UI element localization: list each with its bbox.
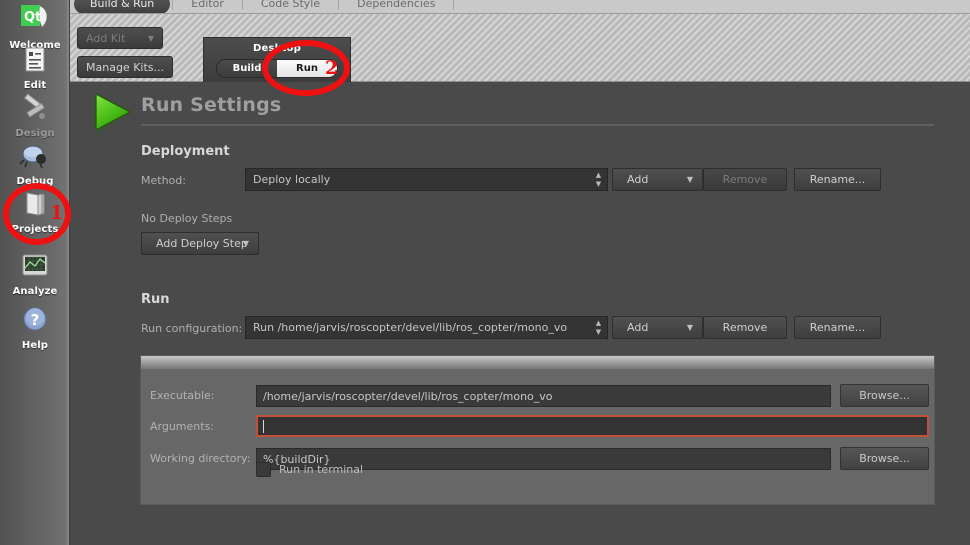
run-remove-button[interactable]: Remove [703, 316, 787, 339]
add-deploy-step-label: Add Deploy Step [156, 237, 248, 250]
deployment-remove-button[interactable]: Remove [703, 168, 787, 191]
tab-separator [338, 0, 339, 10]
working-directory-label: Working directory: [150, 452, 250, 465]
run-heading: Run [141, 292, 170, 307]
run-configuration-details: Executable: /home/jarvis/roscopter/devel… [140, 355, 935, 505]
text-cursor [263, 420, 264, 433]
kit-toggle-build[interactable]: Build [217, 60, 277, 77]
tab-editor[interactable]: Editor [175, 0, 240, 14]
chevron-down-icon: ▼ [243, 239, 249, 248]
executable-value: /home/jarvis/roscopter/devel/lib/ros_cop… [263, 390, 553, 403]
working-directory-browse-button[interactable]: Browse... [840, 447, 929, 470]
deployment-remove-label: Remove [723, 173, 768, 186]
run-settings-panel: Run Settings Deployment Method: Deploy l… [70, 82, 970, 545]
arguments-field[interactable] [256, 415, 929, 437]
spinner-arrows-icon[interactable]: ▲▼ [593, 171, 604, 188]
tab-separator [453, 0, 454, 10]
design-brush-icon [18, 92, 52, 126]
spinner-arrows-icon[interactable]: ▲▼ [593, 319, 604, 336]
svg-text:Qt: Qt [24, 10, 41, 25]
tab-build-and-run[interactable]: Build & Run [74, 0, 170, 14]
run-configuration-combo[interactable]: Run /home/jarvis/roscopter/devel/lib/ros… [245, 316, 608, 339]
deployment-add-label: Add [627, 173, 648, 186]
tab-separator [242, 0, 243, 10]
run-in-terminal-label[interactable]: Run in terminal [279, 463, 363, 476]
svg-text:?: ? [31, 311, 40, 329]
executable-browse-button[interactable]: Browse... [840, 384, 929, 407]
deployment-rename-button[interactable]: Rename... [794, 168, 881, 191]
document-edit-icon [18, 44, 52, 78]
run-in-terminal-text: Run in terminal [279, 463, 363, 476]
run-configuration-label: Run configuration: [141, 322, 242, 335]
kit-toggle-run[interactable]: Run [277, 60, 337, 77]
browse-label: Browse... [859, 389, 910, 402]
run-add-label: Add [627, 321, 648, 334]
mode-sidebar: Qt Welcome Edit [0, 0, 70, 545]
add-deploy-step-button[interactable]: Add Deploy Step ▼ [141, 232, 259, 255]
manage-kits-label: Manage Kits... [86, 61, 164, 74]
sidebar-item-projects[interactable]: Projects [0, 184, 70, 247]
manage-kits-button[interactable]: Manage Kits... [77, 56, 173, 78]
projects-folder-icon [18, 188, 52, 222]
kit-name-label: Desktop [253, 43, 301, 54]
title-divider [141, 124, 934, 126]
sidebar-item-label: Help [22, 340, 48, 351]
help-question-icon: ? [18, 304, 52, 338]
run-rename-label: Rename... [810, 321, 866, 334]
sidebar-item-help[interactable]: ? Help [0, 300, 70, 363]
deployment-add-button[interactable]: Add ▼ [612, 168, 703, 191]
kit-build-run-toggle: Build Run [216, 59, 338, 78]
sidebar-item-label: Analyze [13, 286, 58, 297]
browse-label: Browse... [859, 452, 910, 465]
run-play-icon [90, 90, 136, 140]
deployment-rename-label: Rename... [810, 173, 866, 186]
tab-separator [172, 0, 173, 10]
run-rename-button[interactable]: Rename... [794, 316, 881, 339]
deployment-method-label: Method: [141, 174, 186, 187]
qt-logo-icon: Qt [18, 4, 52, 38]
kit-selector-band: Add Kit ▼ Manage Kits... Desktop Build R… [70, 14, 970, 82]
deployment-method-combo[interactable]: Deploy locally ▲▼ [245, 168, 608, 191]
run-in-terminal-checkbox[interactable] [256, 462, 271, 477]
bug-icon [18, 140, 52, 174]
page-title: Run Settings [141, 94, 281, 116]
run-add-button[interactable]: Add ▼ [612, 316, 703, 339]
no-deploy-steps-text: No Deploy Steps [141, 212, 232, 225]
run-remove-label: Remove [723, 321, 768, 334]
details-header-strip [141, 356, 934, 369]
analyze-graph-icon [18, 250, 52, 284]
add-kit-label: Add Kit [86, 32, 125, 45]
chevron-down-icon: ▼ [687, 175, 693, 184]
run-configuration-value: Run /home/jarvis/roscopter/devel/lib/ros… [253, 321, 567, 334]
chevron-down-icon: ▼ [148, 34, 154, 43]
tab-code-style[interactable]: Code Style [245, 0, 336, 14]
arguments-label: Arguments: [150, 420, 214, 433]
sidebar-item-label: Projects [12, 224, 59, 235]
tab-dependencies[interactable]: Dependencies [341, 0, 451, 14]
deployment-method-value: Deploy locally [253, 173, 330, 186]
qtcreator-window: Qt Welcome Edit [0, 0, 970, 545]
project-tab-bar: Build & Run Editor Code Style Dependenci… [70, 0, 970, 14]
add-kit-button[interactable]: Add Kit ▼ [77, 27, 163, 49]
executable-label: Executable: [150, 389, 214, 402]
executable-field[interactable]: /home/jarvis/roscopter/devel/lib/ros_cop… [256, 385, 831, 407]
chevron-down-icon: ▼ [687, 323, 693, 332]
deployment-heading: Deployment [141, 144, 230, 159]
